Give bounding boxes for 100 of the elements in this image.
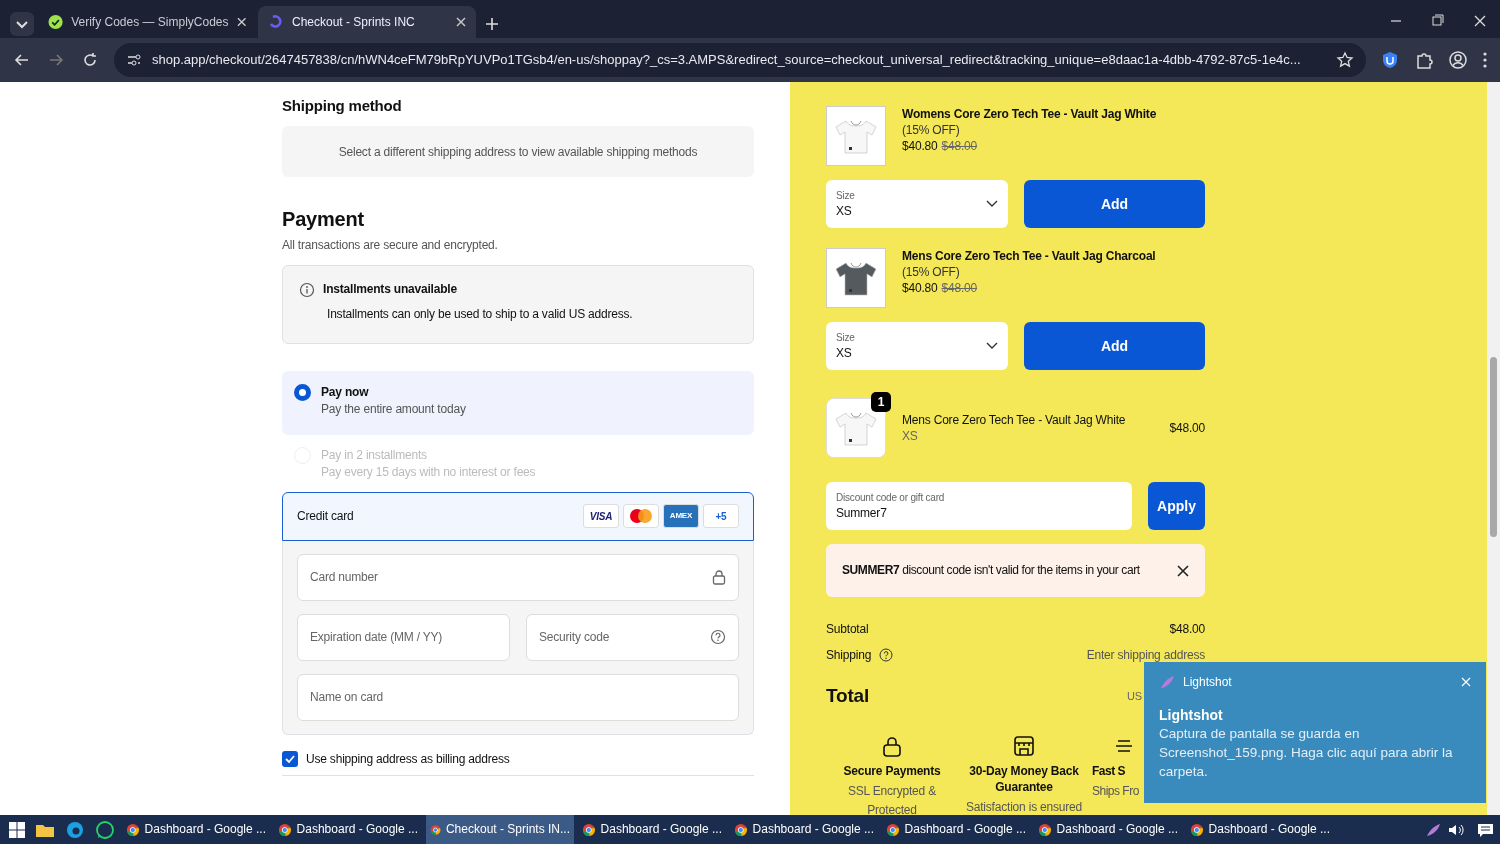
radio-button[interactable] [294,384,311,402]
total-label: Total [826,684,870,709]
expiry-field[interactable]: Expiration date (MM / YY) [297,613,510,661]
taskbar-button[interactable]: Dashboard - Google ... [882,815,1030,844]
size-select[interactable]: Size XS [826,180,1008,228]
scrollbar-thumb[interactable] [1490,357,1497,537]
discount-field[interactable]: Discount code or gift card Summer7 [826,482,1132,530]
info-icon [299,281,315,298]
currency-text: US [1127,688,1142,704]
chrome-icon [126,821,140,838]
product-name: Mens Core Zero Tech Tee - Vault Jag White [902,411,1127,428]
favicon-icon [48,14,64,30]
taskbar-button[interactable]: Dashboard - Google ... [274,815,422,844]
badge-title: 30-Day Money Back Guarantee [968,763,1080,796]
section-heading: Payment [282,207,365,232]
browser-tab[interactable]: Checkout - Sprints INC [258,6,476,38]
option-description: Pay every 15 days with no interest or fees [321,463,536,480]
toast-text: Captura de pantalla se guarda en Screenshot_159.png. Haga clic aquí para abrir la carpeta. [1159,725,1454,781]
profile-icon[interactable] [1448,50,1468,70]
taskbar-button[interactable]: Checkout - Sprints IN... [426,815,574,844]
taskbar-button[interactable]: Dashboard - Google ... [578,815,726,844]
option-title: Pay in 2 installments [321,447,428,464]
payment-method-header[interactable]: Credit card VISA AMEX +5 [282,491,754,541]
scrollbar[interactable] [1487,82,1500,815]
chrome-icon [278,821,292,838]
chrome-icon [1038,821,1052,838]
info-text: Installments can only be used to ship to a valid US address. [326,305,634,322]
badge-text: Ships Fro [1092,783,1139,801]
apply-button[interactable]: Apply [1148,482,1205,530]
star-icon[interactable] [1336,51,1354,69]
checkbox-label: Use shipping address as billing address [306,750,510,767]
variant-text: XS [902,428,919,445]
menu-icon[interactable] [1482,50,1488,70]
info-title: Installments unavailable [323,281,457,298]
add-button[interactable]: Add [1024,322,1205,370]
browser-tab[interactable]: Verify Codes — SimplyCodes [38,6,256,38]
chevron-down-icon [986,342,998,350]
help-icon [879,648,894,663]
chevron-down-icon [986,200,998,208]
discount-text: (15% OFF) [902,264,961,281]
lock-icon [881,735,903,757]
badge-text: SSL Encrypted & Protected [847,783,937,815]
tab-title: Verify Codes — SimplyCodes [71,13,229,31]
taskbar-button[interactable]: Dashboard - Google ... [1186,815,1334,844]
taskbar-button[interactable]: Dashboard - Google ... [1034,815,1182,844]
shield-icon[interactable] [1380,50,1400,70]
shipping-value: Enter shipping address [1086,647,1205,664]
quantity-badge: 1 [871,392,891,412]
card-logo: VISA [583,504,619,529]
price-text: $40.80 [902,280,938,297]
card-logo: AMEX [663,504,699,529]
option-title: Pay now [321,384,370,401]
mastercard-icon [623,504,659,529]
method-label: Credit card [297,508,355,525]
subtitle-text: All transactions are secure and encrypted. [282,237,499,254]
shipping-label: Shipping [826,647,872,664]
error-text: SUMMER7 discount code isn't valid for the items in your cart [842,562,1141,579]
site-settings-icon [126,52,142,68]
option-description: Pay the entire amount today [321,400,466,417]
storefront-icon [1013,735,1035,757]
notice-text: Select a different shipping address to view available shipping methods [338,143,698,160]
badge-title: Secure Payments [843,763,941,780]
old-price-text: $48.00 [941,138,978,155]
chrome-icon [886,821,900,838]
checkbox[interactable] [282,750,298,767]
badge-text: Satisfaction is ensured [965,799,1083,815]
product-name: Mens Core Zero Tech Tee - Vault Jag Charcoal [902,248,1156,265]
feather-icon [1159,674,1175,691]
add-button[interactable]: Add [1024,180,1205,228]
product-name: Womens Core Zero Tech Tee - Vault Jag White [902,106,1157,123]
chrome-icon [734,821,748,838]
toast-title: Lightshot [1159,706,1224,726]
security-code-field[interactable]: Security code [526,613,739,661]
url-text: shop.app/checkout/2647457838/cn/hWN4ceFM79bRpYUVPo1TGsb4/en-us/shoppay?_cs=3.AMPS&redirect_source=checkout_universal_redirect&tracking_unique=e8daac1a-4dbb-4792-87c5-1e4c... [152,51,1302,69]
subtotal-label: Subtotal [826,621,869,638]
tab-list-icon[interactable] [8,10,36,38]
lock-icon [712,569,726,586]
card-number-field[interactable]: Card number [297,553,739,601]
more-cards-count: +5 [703,504,739,529]
puzzle-icon[interactable] [1414,50,1434,70]
price-text: $40.80 [902,138,938,155]
badge-title: Fast S [1092,763,1125,780]
price-text: $48.00 [1169,419,1205,437]
chrome-icon [1190,821,1204,838]
size-select[interactable]: Size XS [826,322,1008,370]
lines-icon [1116,740,1132,752]
chrome-icon [582,821,596,838]
notification-toast[interactable]: Lightshot Lightshot Captura de pantalla se guarda en Screenshot_159.png. Haga clic aquí para abrir la carpeta. [1144,662,1486,803]
name-field[interactable]: Name on card [297,673,739,721]
help-icon [710,629,726,646]
tab-title: Checkout - Sprints INC [292,13,416,31]
taskbar-button[interactable]: Dashboard - Google ... [730,815,878,844]
app-name: Lightshot [1183,674,1233,691]
close-icon[interactable] [1177,564,1189,577]
taskbar-button[interactable]: Dashboard - Google ... [122,815,270,844]
old-price-text: $48.00 [941,280,978,297]
section-heading: Shipping method [282,96,403,116]
subtotal-value: $48.00 [1169,621,1205,638]
address-bar[interactable]: shop.app/checkout/2647457838/cn/hWN4ceFM79bRpYUVPo1TGsb4/en-us/shoppay?_cs=3.AMPS&redirect_source=checkout_universal_redirect&tracking_unique=e8daac1a-4dbb-4792-87c5-1e4c... [114,43,1366,77]
discount-text: (15% OFF) [902,122,961,139]
